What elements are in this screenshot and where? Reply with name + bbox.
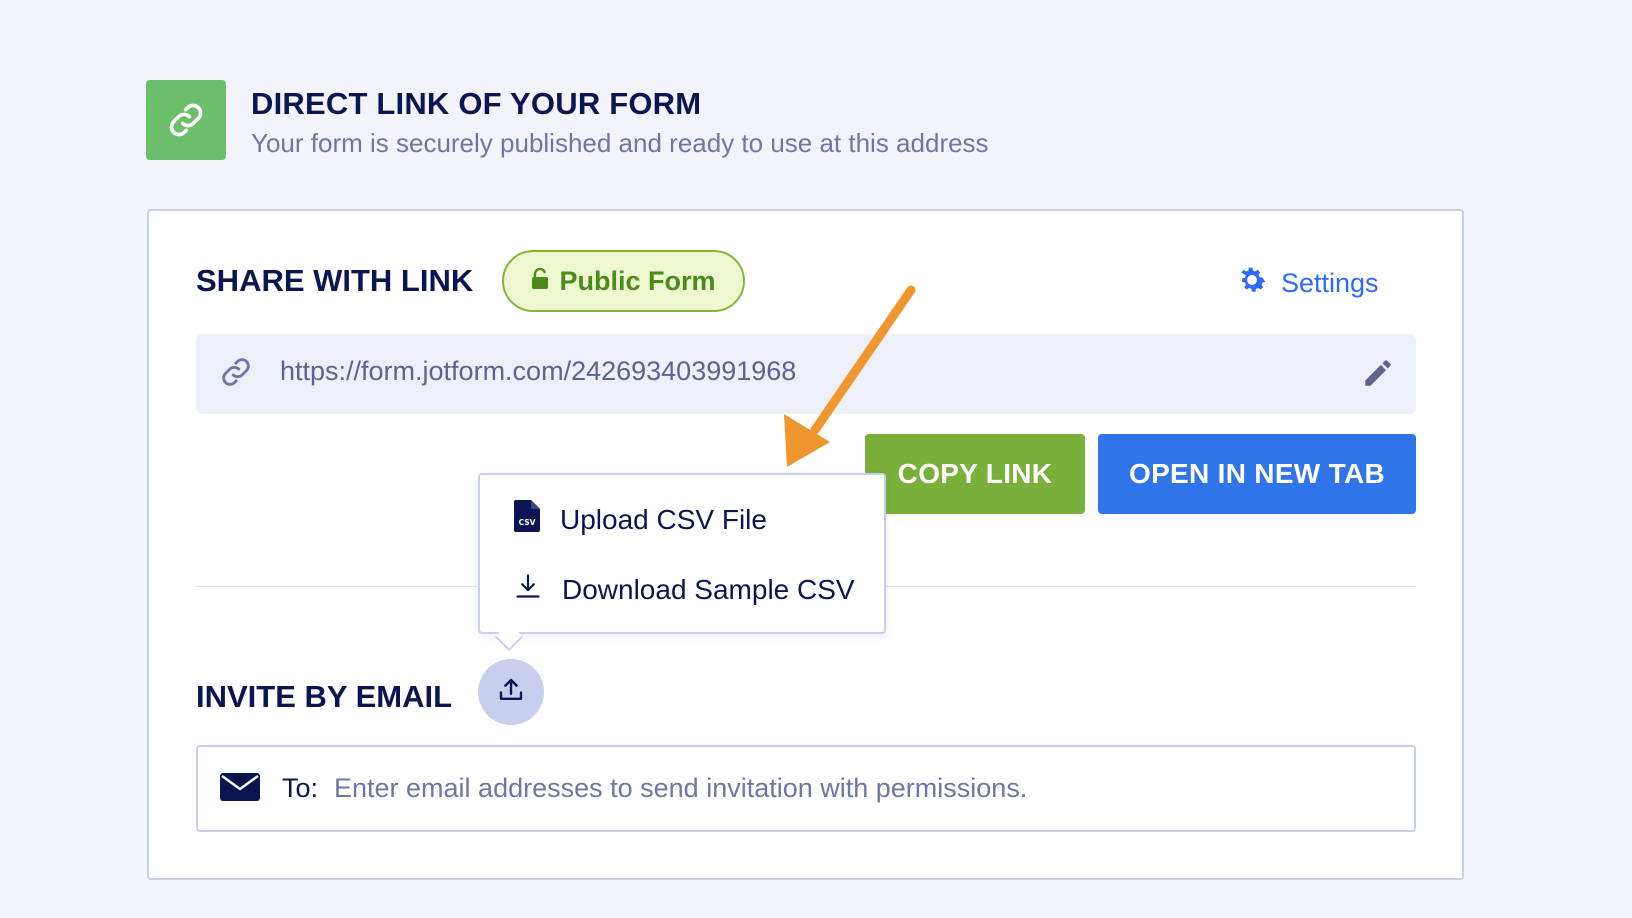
upload-icon [496,675,526,710]
svg-text:CSV: CSV [519,518,536,527]
to-label: To: [282,773,319,803]
page-subtitle: Your form is securely published and read… [251,128,989,158]
csv-file-icon: CSV [514,500,540,539]
mail-icon [220,771,260,808]
pencil-icon[interactable] [1361,356,1395,395]
public-form-badge[interactable]: Public Form [502,250,745,312]
page-title: DIRECT LINK OF YOUR FORM [251,86,702,121]
link-icon [219,355,253,394]
upload-csv-file-item[interactable]: CSV Upload CSV File [514,500,767,539]
open-in-new-tab-button[interactable]: OPEN IN NEW TAB [1098,434,1416,514]
unlock-icon [531,266,549,297]
form-url-text[interactable]: https://form.jotform.com/242693403991968 [280,356,796,387]
upload-csv-button[interactable] [478,659,544,725]
download-sample-csv-label: Download Sample CSV [562,573,855,605]
csv-options-dropdown [478,473,886,634]
gear-icon [1235,263,1269,304]
copy-link-button[interactable]: COPY LINK [865,434,1085,514]
public-form-label: Public Form [559,265,716,296]
settings-label: Settings [1281,268,1379,298]
header-link-icon [146,80,226,160]
share-with-link-title: SHARE WITH LINK [196,263,474,298]
invite-by-email-title: INVITE BY EMAIL [196,679,453,714]
download-icon [514,571,542,608]
upload-csv-file-label: Upload CSV File [560,503,767,535]
email-input[interactable] [334,766,1394,810]
download-sample-csv-item[interactable]: Download Sample CSV [514,571,855,608]
settings-link[interactable]: Settings [1235,263,1379,304]
